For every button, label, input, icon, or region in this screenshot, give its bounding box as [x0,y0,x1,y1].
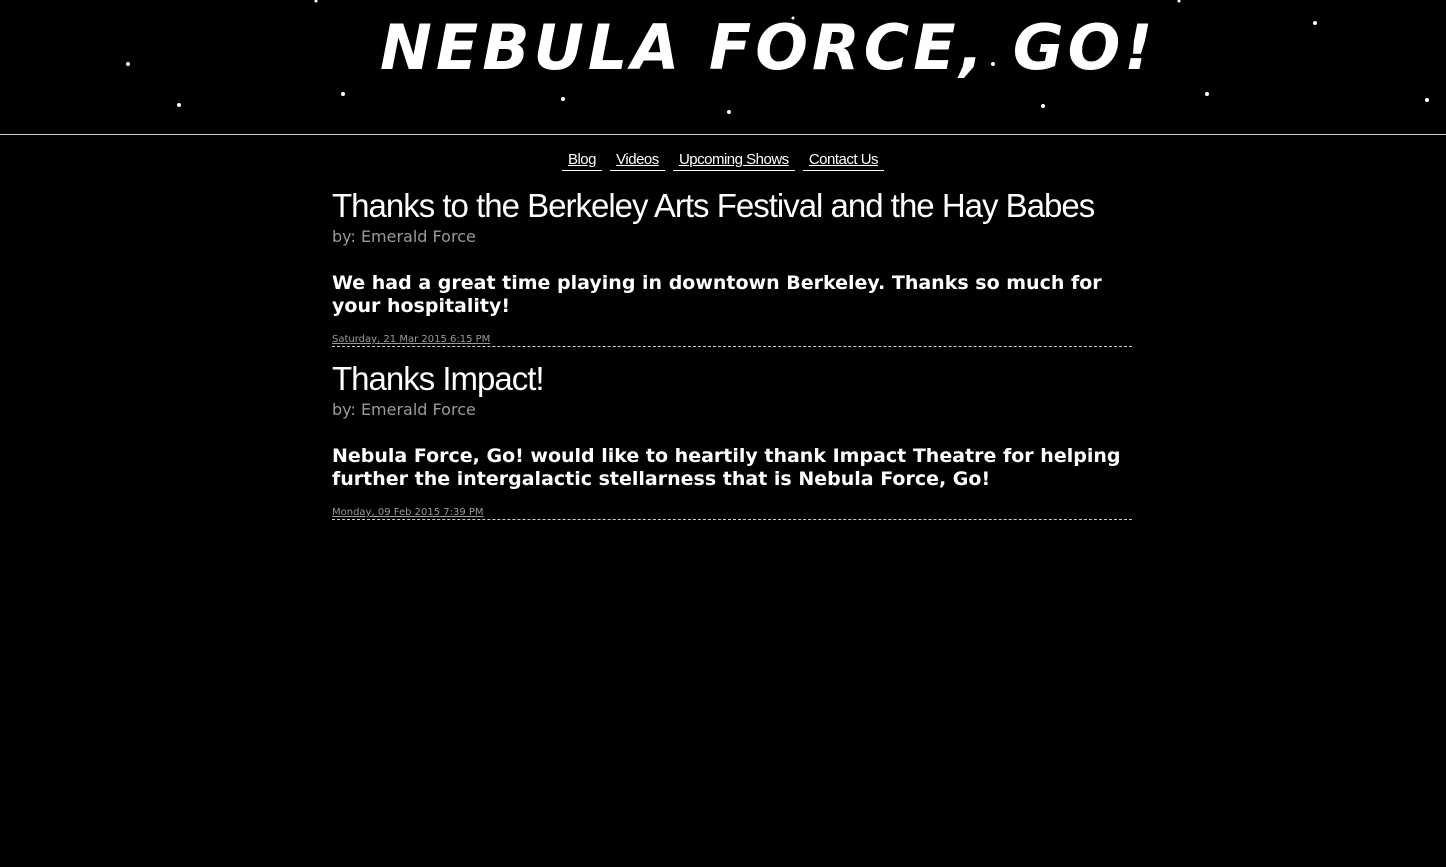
post-title[interactable]: Thanks to the Berkeley Arts Festival and… [332,184,1132,228]
blog-post: Thanks to the Berkeley Arts Festival and… [332,184,1132,347]
post-body: We had a great time playing in downtown … [332,272,1102,317]
post-body: Nebula Force, Go! would like to heartily… [332,445,1121,490]
main-nav: Blog Videos Upcoming Shows Contact Us [0,150,1446,171]
nav-item-videos[interactable]: Videos [610,150,665,171]
nav-item-upcoming-shows[interactable]: Upcoming Shows [672,150,795,171]
post-date[interactable]: Saturday, 21 Mar 2015 6:15 PM [332,334,1132,346]
nav-item-contact-us[interactable]: Contact Us [802,150,885,171]
post-title[interactable]: Thanks Impact! [332,357,1132,401]
site-header: NEBULA FORCE, GO! [0,0,1446,135]
site-logo-title: NEBULA FORCE, GO! [380,11,1157,84]
blog-post: Thanks Impact! by: Emerald Force Nebula … [332,357,1132,520]
blog-content: Thanks to the Berkeley Arts Festival and… [332,184,1132,530]
post-date[interactable]: Monday, 09 Feb 2015 7:39 PM [332,507,1132,519]
post-author: by: Emerald Force [332,400,476,419]
post-author: by: Emerald Force [332,227,476,246]
nav-item-blog[interactable]: Blog [561,150,602,171]
